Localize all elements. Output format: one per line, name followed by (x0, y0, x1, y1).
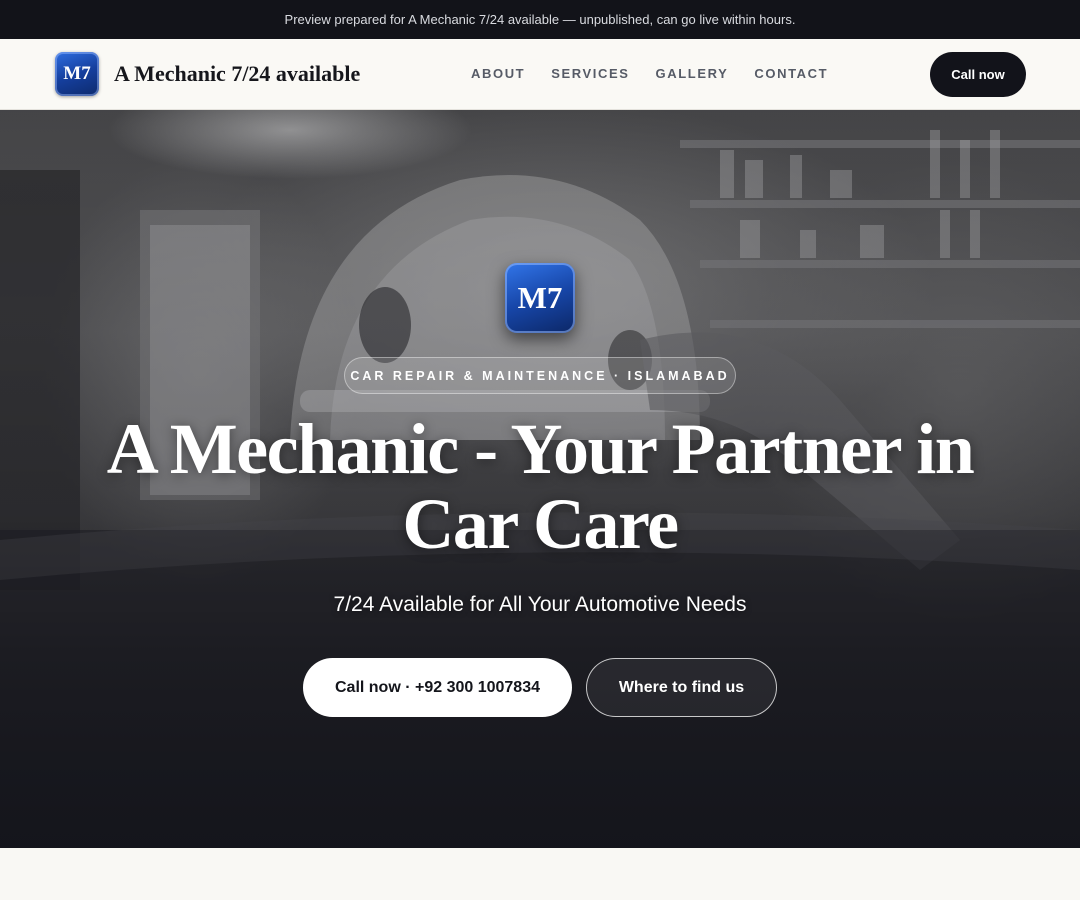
hero-eyebrow: CAR REPAIR & MAINTENANCE · ISLAMABAD (344, 357, 736, 394)
hero-subtitle: 7/24 Available for All Your Automotive N… (333, 593, 747, 616)
nav-link-services[interactable]: SERVICES (551, 66, 629, 81)
site-header: M7 A Mechanic 7/24 available ABOUT SERVI… (0, 39, 1080, 110)
brand-name[interactable]: A Mechanic 7/24 available (114, 61, 360, 87)
call-phone-button[interactable]: Call now · +92 300 1007834 (303, 658, 572, 717)
call-now-button[interactable]: Call now (930, 52, 1026, 97)
find-us-button[interactable]: Where to find us (586, 658, 777, 717)
hero-title: A Mechanic - Your Partner in Car Care (106, 409, 975, 564)
nav-link-contact[interactable]: CONTACT (754, 66, 828, 81)
main-menu: ABOUT SERVICES GALLERY CONTACT (471, 66, 828, 81)
nav-link-about[interactable]: ABOUT (471, 66, 525, 81)
preview-banner: Preview prepared for A Mechanic 7/24 ava… (0, 0, 1080, 39)
nav-link-gallery[interactable]: GALLERY (656, 66, 729, 81)
logo-badge[interactable]: M7 (55, 52, 99, 96)
hero-section: M7 CAR REPAIR & MAINTENANCE · ISLAMABAD … (0, 110, 1080, 848)
next-section (0, 848, 1080, 900)
preview-banner-text: Preview prepared for A Mechanic 7/24 ava… (284, 12, 796, 27)
hero-logo-badge: M7 (505, 263, 575, 333)
